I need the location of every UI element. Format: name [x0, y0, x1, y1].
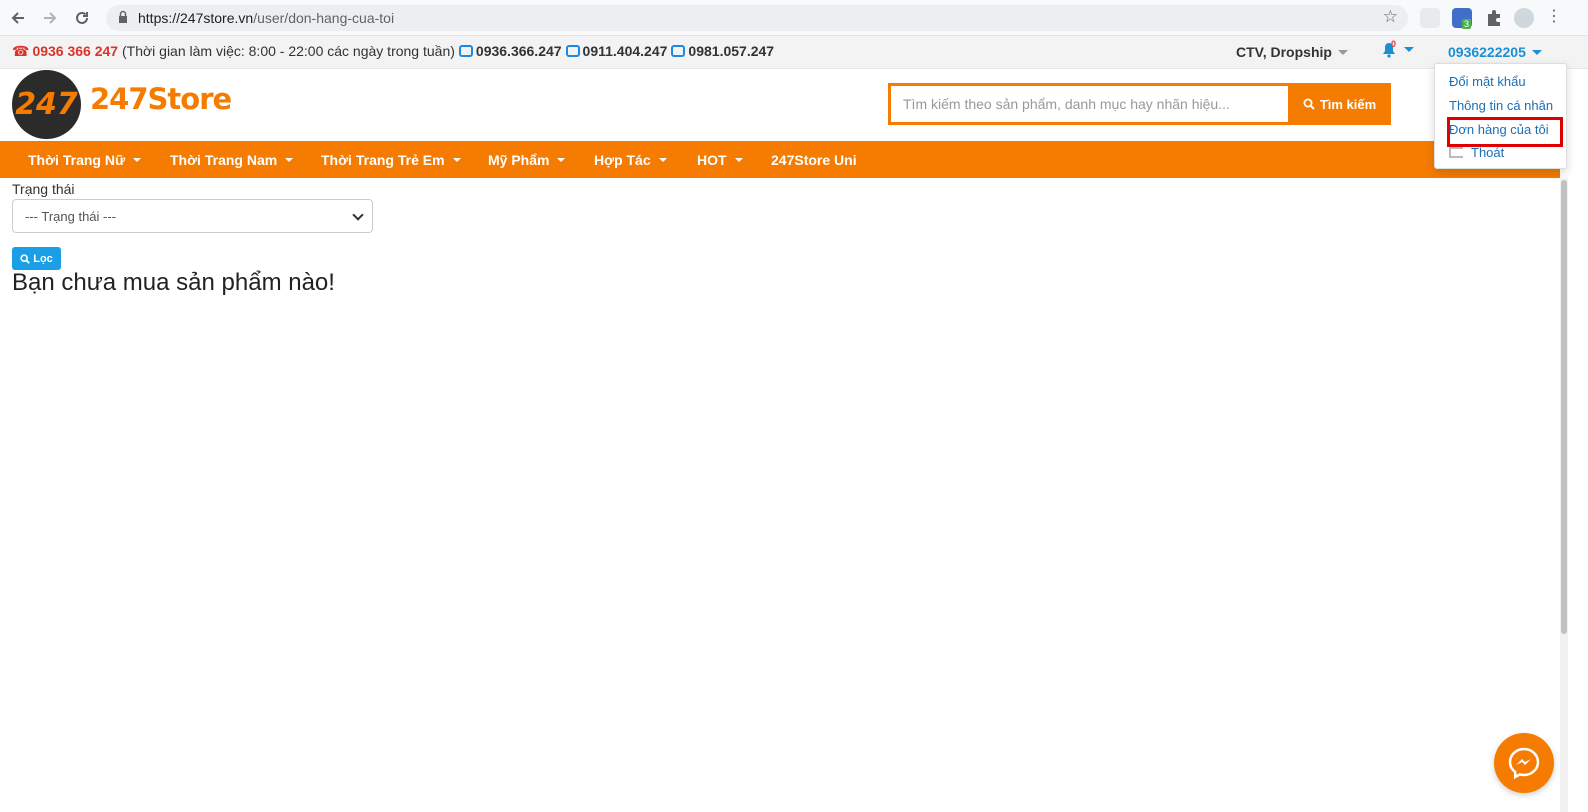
nav-item-hot[interactable]: HOT — [697, 152, 743, 168]
zalo-icon — [458, 45, 473, 57]
lock-icon — [119, 10, 127, 23]
zalo-phone[interactable]: 0981.057.247 — [688, 43, 774, 59]
filter-button-label: Lọc — [33, 252, 53, 265]
main-nav: Thời Trang Nữ Thời Trang Nam Thời Trang … — [0, 141, 1560, 178]
browser-toolbar: https://247store.vn/user/don-hang-cua-to… — [0, 0, 1588, 36]
zalo-phone[interactable]: 0936.366.247 — [476, 43, 562, 59]
extension-badge: 3 — [1462, 19, 1472, 29]
menu-item-logout[interactable]: Thoát — [1449, 145, 1504, 160]
url-path: /user/don-hang-cua-toi — [253, 10, 395, 26]
nav-item-thoi-trang-tre-em[interactable]: Thời Trang Trẻ Em — [321, 152, 461, 168]
search-icon — [1303, 98, 1315, 110]
zalo-phone[interactable]: 0911.404.247 — [583, 43, 668, 59]
address-bar[interactable]: https://247store.vn/user/don-hang-cua-to… — [106, 5, 1408, 31]
zalo-icon — [565, 45, 580, 57]
nav-item-my-pham[interactable]: Mỹ Phẩm — [488, 152, 566, 168]
nav-item-label: Thời Trang Trẻ Em — [321, 152, 445, 168]
nav-item-label: Hợp Tác — [594, 152, 651, 168]
chevron-down-icon — [452, 158, 461, 162]
empty-orders-message: Bạn chưa mua sản phẩm nào! — [12, 269, 335, 296]
ctv-dropship-menu[interactable]: CTV, Dropship — [1236, 44, 1348, 60]
chevron-down-icon — [133, 158, 142, 162]
ctv-dropship-label: CTV, Dropship — [1236, 44, 1332, 60]
scrollbar-thumb[interactable] — [1561, 180, 1567, 634]
chevron-down-icon — [1403, 47, 1414, 52]
back-arrow-icon[interactable] — [6, 6, 30, 30]
contact-info: ☎ 0936 366 247 (Thời gian làm việc: 8:00 … — [12, 43, 774, 60]
telephone-icon: ☎ — [12, 43, 30, 59]
zalo-icon — [671, 45, 686, 57]
search-box: Tìm kiếm — [888, 83, 1391, 125]
logout-label: Thoát — [1471, 145, 1505, 160]
chevron-down-icon — [734, 158, 743, 162]
status-select[interactable]: --- Trạng thái --- — [12, 199, 373, 233]
top-info-bar: ☎ 0936 366 247 (Thời gian làm việc: 8:00 … — [0, 36, 1588, 69]
menu-item-profile[interactable]: Thông tin cá nhân — [1449, 98, 1553, 113]
logout-icon — [1449, 147, 1463, 158]
user-dropdown-menu: Đổi mật khẩu Thông tin cá nhân Đơn hàng … — [1434, 63, 1567, 169]
messenger-icon — [1508, 747, 1540, 780]
highlight-box — [1447, 117, 1563, 147]
chevron-down-icon — [285, 158, 294, 162]
logo-mark-text: 247 — [15, 87, 78, 122]
bookmark-star-icon[interactable]: ☆ — [1383, 7, 1398, 27]
chevron-down-icon — [352, 209, 364, 221]
url-host: https://247store.vn — [138, 10, 254, 26]
reload-icon[interactable] — [70, 6, 94, 30]
logo-mark[interactable]: 247 — [12, 70, 81, 139]
search-button-label: Tìm kiếm — [1319, 96, 1377, 112]
filter-button[interactable]: Lọc — [12, 247, 61, 270]
user-phone: 0936222205 — [1448, 44, 1526, 60]
chevron-down-icon — [1337, 50, 1348, 55]
messenger-chat-button[interactable] — [1494, 733, 1554, 793]
nav-item-thoi-trang-nam[interactable]: Thời Trang Nam — [170, 152, 294, 168]
forward-arrow-icon[interactable] — [38, 6, 62, 30]
nav-item-247store-uni[interactable]: 247Store Uni — [771, 152, 857, 168]
nav-item-label: HOT — [697, 152, 727, 168]
chevron-down-icon — [1531, 50, 1542, 55]
search-input[interactable] — [891, 86, 1287, 122]
notification-count: 0 — [1391, 39, 1397, 49]
search-button[interactable]: Tìm kiếm — [1288, 83, 1391, 125]
nav-item-label: 247Store Uni — [771, 152, 857, 168]
more-menu-icon[interactable]: ⋮ — [1546, 8, 1562, 28]
notification-bell[interactable]: 0 — [1382, 39, 1414, 64]
profile-avatar[interactable] — [1514, 8, 1534, 28]
chevron-down-icon — [557, 158, 566, 162]
url-text: https://247store.vn/user/don-hang-cua-to… — [138, 10, 394, 26]
hotline[interactable]: 0936 366 247 — [32, 43, 118, 59]
status-label: Trạng thái — [12, 181, 75, 197]
user-account-menu[interactable]: 0936222205 — [1448, 44, 1542, 60]
nav-item-label: Thời Trang Nam — [170, 152, 278, 168]
nav-item-thoi-trang-nu[interactable]: Thời Trang Nữ — [28, 152, 142, 168]
puzzle-icon[interactable] — [1484, 8, 1504, 28]
code-extension-icon[interactable]: 3 — [1452, 8, 1472, 29]
nav-item-hop-tac[interactable]: Hợp Tác — [594, 152, 667, 168]
working-hours: (Thời gian làm việc: 8:00 - 22:00 các ng… — [121, 43, 455, 59]
nav-item-label: Mỹ Phẩm — [488, 152, 550, 168]
logo-text[interactable]: 247Store — [90, 82, 232, 116]
extension-icon[interactable] — [1420, 8, 1440, 28]
menu-item-change-password[interactable]: Đổi mật khẩu — [1449, 74, 1526, 89]
nav-item-label: Thời Trang Nữ — [28, 152, 126, 168]
search-icon — [20, 253, 31, 264]
chevron-down-icon — [658, 158, 667, 162]
status-selected-value: --- Trạng thái --- — [25, 208, 117, 224]
